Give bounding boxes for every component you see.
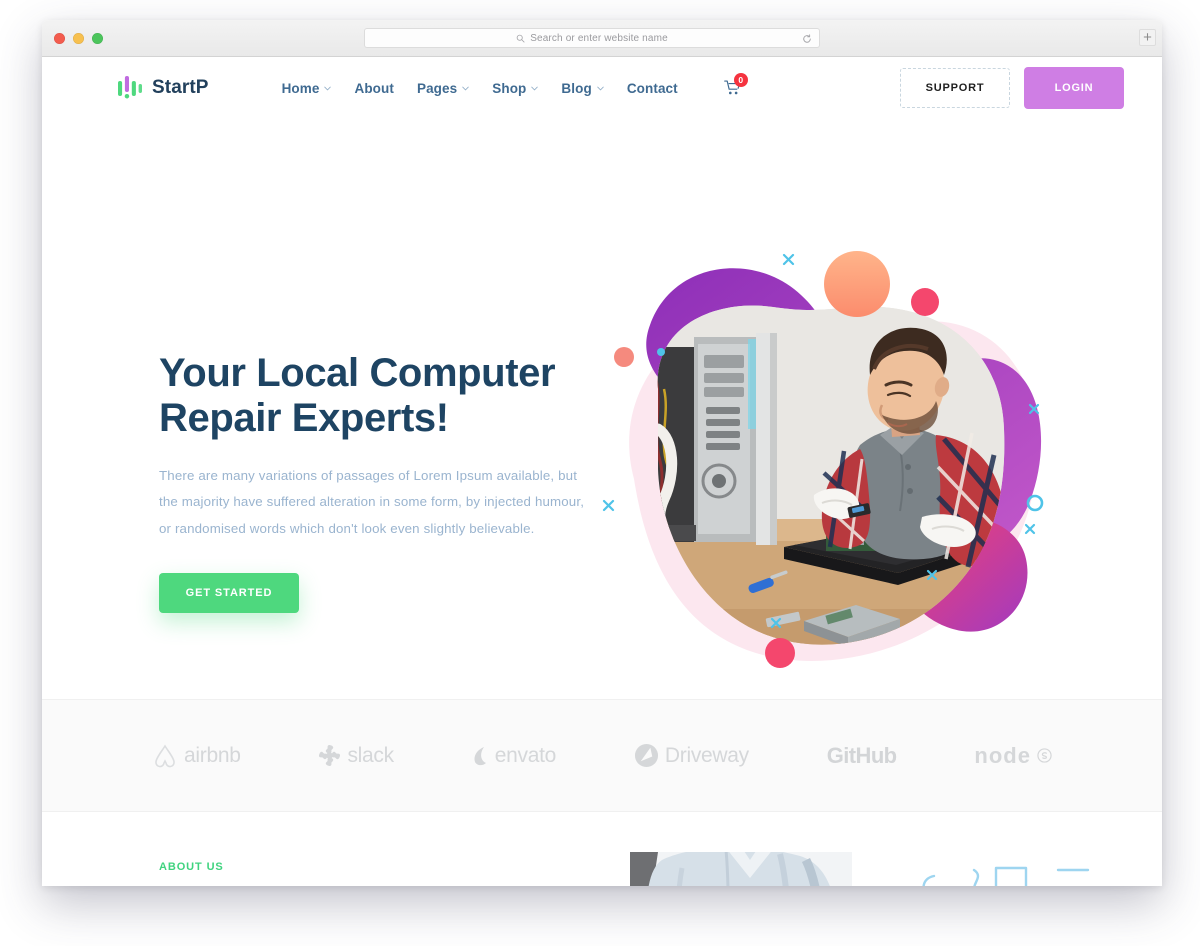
get-started-label: GET STARTED xyxy=(185,587,273,600)
nodejs-icon xyxy=(1037,748,1052,763)
driveway-icon xyxy=(634,743,658,768)
window-controls xyxy=(54,33,103,44)
client-logos-strip: airbnb slack envato Driveway GitHub node xyxy=(42,699,1162,812)
small-blue-dot xyxy=(657,348,665,356)
logo-driveway[interactable]: Driveway xyxy=(634,743,749,768)
nav-item-contact[interactable]: Contact xyxy=(627,81,678,96)
orange-circle xyxy=(824,251,890,317)
salmon-dot xyxy=(614,347,634,367)
pink-dot xyxy=(765,638,795,668)
page-viewport: StartP Home About Pages Shop Blog Contac… xyxy=(42,57,1162,886)
nav-item-blog[interactable]: Blog xyxy=(561,80,604,96)
support-button-label: SUPPORT xyxy=(925,82,985,94)
new-tab-button[interactable]: + xyxy=(1139,29,1156,46)
browser-window: Search or enter website name + StartP Ho… xyxy=(42,20,1162,886)
hero-copy: Your Local Computer Repair Experts! Ther… xyxy=(159,351,599,614)
brand-logo-link[interactable]: StartP xyxy=(118,75,209,102)
get-started-button[interactable]: GET STARTED xyxy=(159,573,299,614)
support-button[interactable]: SUPPORT xyxy=(900,68,1010,108)
nav-item-shop[interactable]: Shop xyxy=(492,80,539,96)
chevron-down-icon xyxy=(324,86,332,90)
new-tab-label: + xyxy=(1143,29,1152,46)
logo-github[interactable]: GitHub xyxy=(827,743,897,769)
startp-bars-logo-icon xyxy=(118,75,142,98)
brand-name: StartP xyxy=(152,77,209,98)
nav-item-about[interactable]: About xyxy=(354,81,393,96)
logo-label-slack: slack xyxy=(347,743,394,767)
main-navigation: Home About Pages Shop Blog Contact 0 xyxy=(282,73,748,96)
nav-label-pages: Pages xyxy=(416,80,458,96)
nav-label-contact: Contact xyxy=(626,80,678,96)
browser-titlebar: Search or enter website name + xyxy=(42,20,1162,57)
cart-button[interactable]: 0 xyxy=(723,73,748,96)
nav-label-home: Home xyxy=(281,80,320,96)
logo-label-github: GitHub xyxy=(826,742,897,768)
hero-subtitle: There are many variations of passages of… xyxy=(159,467,585,536)
about-copy: ABOUT US We have 35 years of experience … xyxy=(159,861,619,886)
login-button-label: LOGIN xyxy=(1054,82,1094,94)
hero-title: Your Local Computer Repair Experts! xyxy=(159,351,556,440)
nav-item-home[interactable]: Home xyxy=(282,81,332,96)
pink-dot xyxy=(911,288,939,316)
login-button[interactable]: LOGIN xyxy=(1024,67,1124,109)
nav-label-shop: Shop xyxy=(492,80,527,96)
nav-item-pages[interactable]: Pages xyxy=(417,81,469,96)
about-photo-and-shapes xyxy=(630,852,1090,886)
about-person-photo xyxy=(630,852,852,886)
minimize-window-button[interactable] xyxy=(73,33,84,44)
envato-icon xyxy=(474,746,486,765)
airbnb-icon xyxy=(155,743,175,767)
chevron-down-icon xyxy=(462,86,469,90)
address-bar[interactable]: Search or enter website name xyxy=(364,28,820,48)
reload-icon[interactable] xyxy=(802,34,812,44)
nav-label-about: About xyxy=(354,80,394,96)
close-window-button[interactable] xyxy=(54,33,65,44)
logo-node[interactable]: node xyxy=(974,743,1052,769)
slack-icon xyxy=(319,744,341,767)
hero-illustration xyxy=(598,229,1068,689)
logo-envato[interactable]: envato xyxy=(472,744,556,768)
logo-label-envato: envato xyxy=(494,743,557,767)
about-illustration xyxy=(630,852,1100,886)
about-eyebrow: ABOUT US xyxy=(159,861,224,873)
site-header: StartP Home About Pages Shop Blog Contac… xyxy=(42,57,1162,119)
logo-label-driveway: Driveway xyxy=(664,743,749,767)
about-section: ABOUT US We have 35 years of experience … xyxy=(42,812,1162,886)
address-bar-placeholder: Search or enter website name xyxy=(530,32,668,44)
chevron-down-icon xyxy=(531,86,539,90)
logo-label-airbnb: airbnb xyxy=(184,743,241,767)
nav-label-blog: Blog xyxy=(561,80,592,96)
cart-count-badge: 0 xyxy=(733,73,748,87)
hero-section: Your Local Computer Repair Experts! Ther… xyxy=(42,119,1162,699)
logo-airbnb[interactable]: airbnb xyxy=(152,743,241,769)
hero-blob-artwork xyxy=(602,251,1044,668)
chevron-down-icon xyxy=(597,86,604,90)
search-icon xyxy=(516,34,525,43)
maximize-window-button[interactable] xyxy=(92,33,103,44)
logo-label-node: node xyxy=(974,742,1031,768)
header-actions: SUPPORT LOGIN xyxy=(900,67,1124,109)
logo-slack[interactable]: slack xyxy=(318,743,394,768)
decorative-geometric-shapes xyxy=(922,866,1090,886)
